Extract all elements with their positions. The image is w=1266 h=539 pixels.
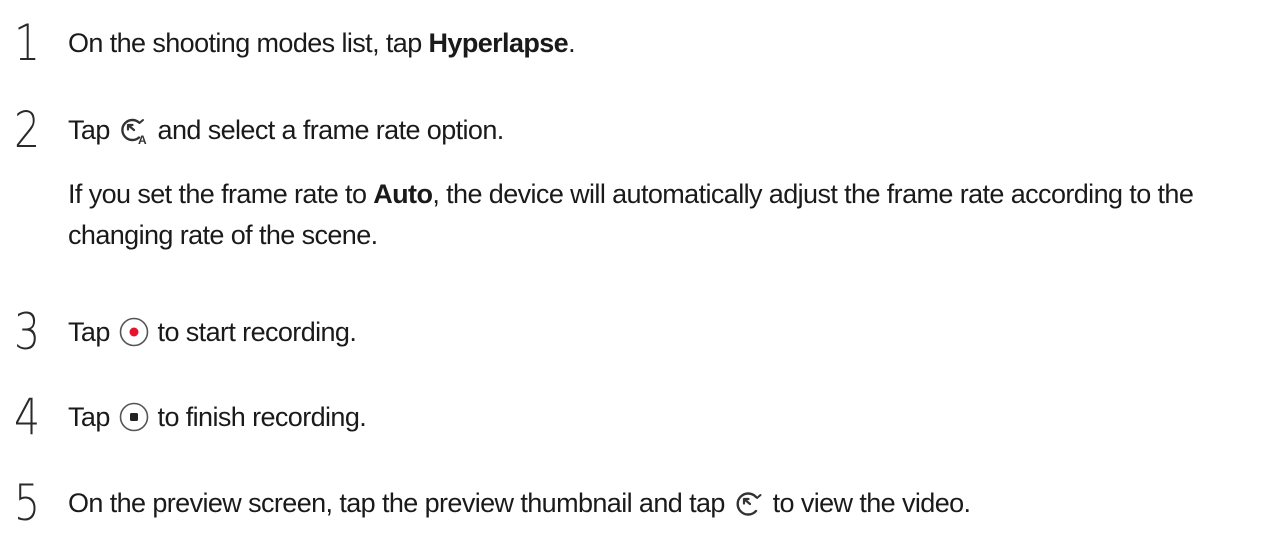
step-number: 1 bbox=[14, 14, 41, 72]
step-number: 3 bbox=[14, 303, 41, 361]
step-number: 5 bbox=[14, 474, 41, 532]
auto-label: Auto bbox=[373, 179, 433, 209]
step-text-part: On the preview screen, tap the preview t… bbox=[68, 488, 732, 518]
step-text-part: Tap bbox=[68, 115, 117, 145]
svg-text:A: A bbox=[138, 133, 147, 145]
step-note: If you set the frame rate to Auto, the d… bbox=[68, 174, 1258, 256]
step-text-part: On the shooting modes list, tap bbox=[68, 28, 429, 58]
step-text-part: to start recording. bbox=[150, 317, 357, 347]
step-text: Tap to start recording. bbox=[68, 314, 357, 350]
play-hyperlapse-icon bbox=[734, 490, 764, 518]
step-text: Tap A and select a frame rate option. bbox=[68, 112, 504, 148]
hyperlapse-auto-frame-rate-icon: A bbox=[119, 117, 149, 145]
stop-icon bbox=[119, 402, 149, 432]
step-text-part: and select a frame rate option. bbox=[150, 115, 505, 145]
step-text-part: Tap bbox=[68, 317, 117, 347]
step-number: 2 bbox=[14, 101, 41, 159]
step-text-part: to finish recording. bbox=[150, 402, 367, 432]
step-text: On the shooting modes list, tap Hyperlap… bbox=[68, 25, 576, 61]
hyperlapse-label: Hyperlapse bbox=[428, 28, 569, 58]
note-text-part: If you set the frame rate to bbox=[68, 179, 374, 209]
record-icon bbox=[119, 317, 149, 347]
step-text-part: Tap bbox=[68, 402, 117, 432]
step-text: On the preview screen, tap the preview t… bbox=[68, 485, 971, 521]
step-text-part: to view the video. bbox=[765, 488, 971, 518]
step-number: 4 bbox=[14, 388, 41, 446]
step-text-part: . bbox=[568, 28, 575, 58]
step-text: Tap to finish recording. bbox=[68, 399, 367, 435]
